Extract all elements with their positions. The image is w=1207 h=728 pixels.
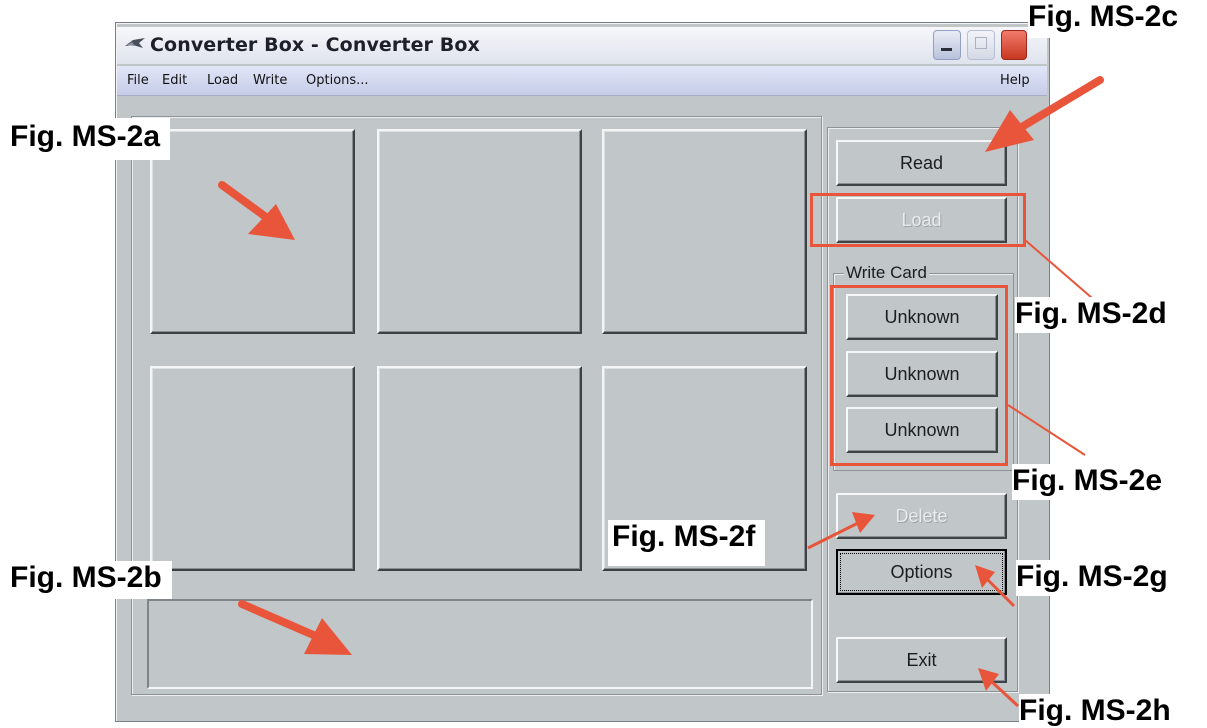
arrow-icon [238, 600, 352, 655]
fig-label-2b: Fig. MS-2b [10, 561, 172, 599]
fig-label-2h: Fig. MS-2h [1019, 694, 1175, 728]
fig-label-2d: Fig. MS-2d [1015, 297, 1171, 333]
fig-label-2f: Fig. MS-2f [608, 520, 766, 566]
fig-label-2c: Fig. MS-2c [1028, 2, 1185, 38]
fig-label-2a: Fig. MS-2a [10, 118, 171, 160]
arrow-icon [807, 512, 875, 550]
annotation-arrows [218, 76, 1104, 708]
arrow-icon [985, 76, 1104, 152]
arrow-icon [218, 181, 295, 240]
fig-label-2e: Fig. MS-2e [1012, 464, 1167, 500]
arrow-icon [975, 565, 1016, 608]
leader-line [1024, 239, 1093, 299]
fig-label-2g: Fig. MS-2g [1016, 560, 1172, 596]
leader-line [1007, 404, 1086, 456]
arrow-icon [978, 668, 1020, 708]
